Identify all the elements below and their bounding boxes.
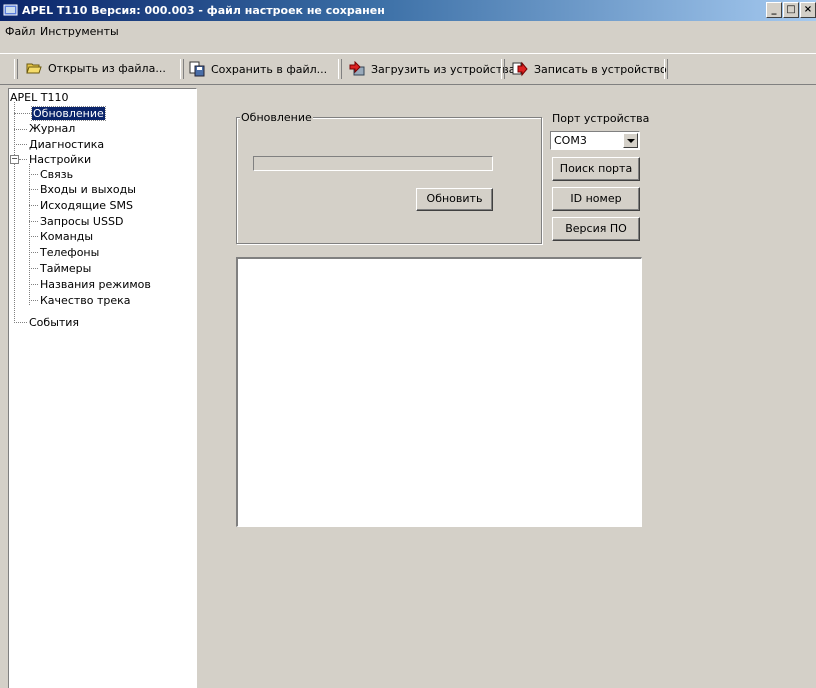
toolbar-separator bbox=[501, 59, 505, 79]
title-bar[interactable]: APEL T110 Версия: 000.003 - файл настрое… bbox=[0, 0, 816, 21]
open-label: Открыть из файла... bbox=[48, 61, 166, 75]
port-value: COM3 bbox=[554, 134, 587, 147]
tree-item-commands[interactable]: Команды bbox=[40, 230, 93, 243]
tree-item-phones[interactable]: Телефоны bbox=[40, 246, 99, 259]
tree-connector bbox=[14, 322, 27, 323]
folder-open-icon bbox=[26, 63, 42, 74]
tree-item-io[interactable]: Входы и выходы bbox=[40, 183, 136, 196]
update-button[interactable]: Обновить bbox=[416, 188, 493, 211]
settings-tree[interactable]: − APEL T110 Обновление Журнал Диагностик… bbox=[8, 88, 197, 688]
save-to-file-button[interactable]: Сохранить в файл... bbox=[189, 61, 327, 77]
download-from-device-icon bbox=[349, 61, 365, 76]
load-from-device-button[interactable]: Загрузить из устройства bbox=[349, 61, 515, 77]
id-number-button[interactable]: ID номер bbox=[552, 187, 640, 211]
tree-connector bbox=[19, 159, 27, 160]
tree-connector bbox=[29, 268, 38, 269]
tree-item-sms[interactable]: Исходящие SMS bbox=[40, 199, 133, 212]
tree-item-timers[interactable]: Таймеры bbox=[40, 262, 91, 275]
toolbar: Открыть из файла... Сохранить в файл... … bbox=[0, 53, 816, 85]
tree-item-events[interactable]: События bbox=[29, 316, 79, 329]
port-label: Порт устройства bbox=[552, 112, 650, 125]
tree-connector bbox=[29, 205, 38, 206]
window-title: APEL T110 Версия: 000.003 - файл настрое… bbox=[22, 4, 385, 17]
menu-tools[interactable]: Инструменты bbox=[40, 25, 119, 38]
firmware-version-button[interactable]: Версия ПО bbox=[552, 217, 640, 241]
tree-item-settings[interactable]: Настройки bbox=[29, 153, 91, 166]
maximize-button[interactable]: □ bbox=[783, 2, 799, 18]
search-port-button[interactable]: Поиск порта bbox=[552, 157, 640, 181]
tree-item-diagnostics[interactable]: Диагностика bbox=[29, 138, 104, 151]
save-label: Сохранить в файл... bbox=[211, 62, 328, 76]
tree-item-connection[interactable]: Связь bbox=[40, 168, 73, 181]
port-select[interactable]: COM3 bbox=[550, 131, 640, 150]
tree-connector bbox=[14, 102, 15, 323]
load-label: Загрузить из устройства bbox=[371, 62, 516, 76]
open-from-file-button[interactable]: Открыть из файла... bbox=[26, 61, 166, 75]
collapse-icon[interactable]: − bbox=[10, 155, 19, 164]
update-group: Обновление Обновить bbox=[236, 111, 542, 244]
log-output[interactable] bbox=[236, 257, 642, 527]
tree-connector bbox=[29, 189, 38, 190]
write-label: Записать в устройство bbox=[534, 62, 667, 76]
tree-item-mode-names[interactable]: Названия режимов bbox=[40, 278, 151, 291]
update-progress-bar bbox=[253, 156, 493, 171]
tree-item-journal[interactable]: Журнал bbox=[29, 122, 75, 135]
tree-item-ussd[interactable]: Запросы USSD bbox=[40, 215, 123, 228]
app-icon bbox=[3, 4, 18, 16]
tree-item-update[interactable]: Обновление bbox=[31, 106, 106, 121]
toolbar-grip bbox=[14, 59, 18, 79]
tree-connector bbox=[29, 300, 38, 301]
save-file-icon bbox=[189, 61, 205, 77]
upload-to-device-icon bbox=[512, 61, 528, 77]
tree-connector bbox=[29, 221, 38, 222]
tree-connector bbox=[29, 236, 38, 237]
chevron-down-icon[interactable] bbox=[623, 133, 638, 148]
tree-connector bbox=[14, 144, 27, 145]
close-button[interactable]: × bbox=[800, 2, 816, 18]
minimize-button[interactable]: _ bbox=[766, 2, 782, 18]
tree-connector bbox=[14, 113, 32, 114]
menu-bar: Файл Инструменты bbox=[0, 22, 816, 42]
update-group-title: Обновление bbox=[240, 111, 313, 124]
menu-file[interactable]: Файл bbox=[5, 25, 35, 38]
tree-item-track-quality[interactable]: Качество трека bbox=[40, 294, 131, 307]
tree-connector bbox=[29, 252, 38, 253]
tree-connector bbox=[14, 129, 27, 130]
tree-connector bbox=[29, 284, 38, 285]
toolbar-separator bbox=[180, 59, 184, 79]
tree-connector bbox=[29, 174, 38, 175]
toolbar-separator bbox=[338, 59, 342, 79]
tree-root[interactable]: APEL T110 bbox=[10, 91, 68, 104]
write-to-device-button[interactable]: Записать в устройство bbox=[512, 61, 667, 77]
toolbar-separator bbox=[664, 59, 668, 79]
